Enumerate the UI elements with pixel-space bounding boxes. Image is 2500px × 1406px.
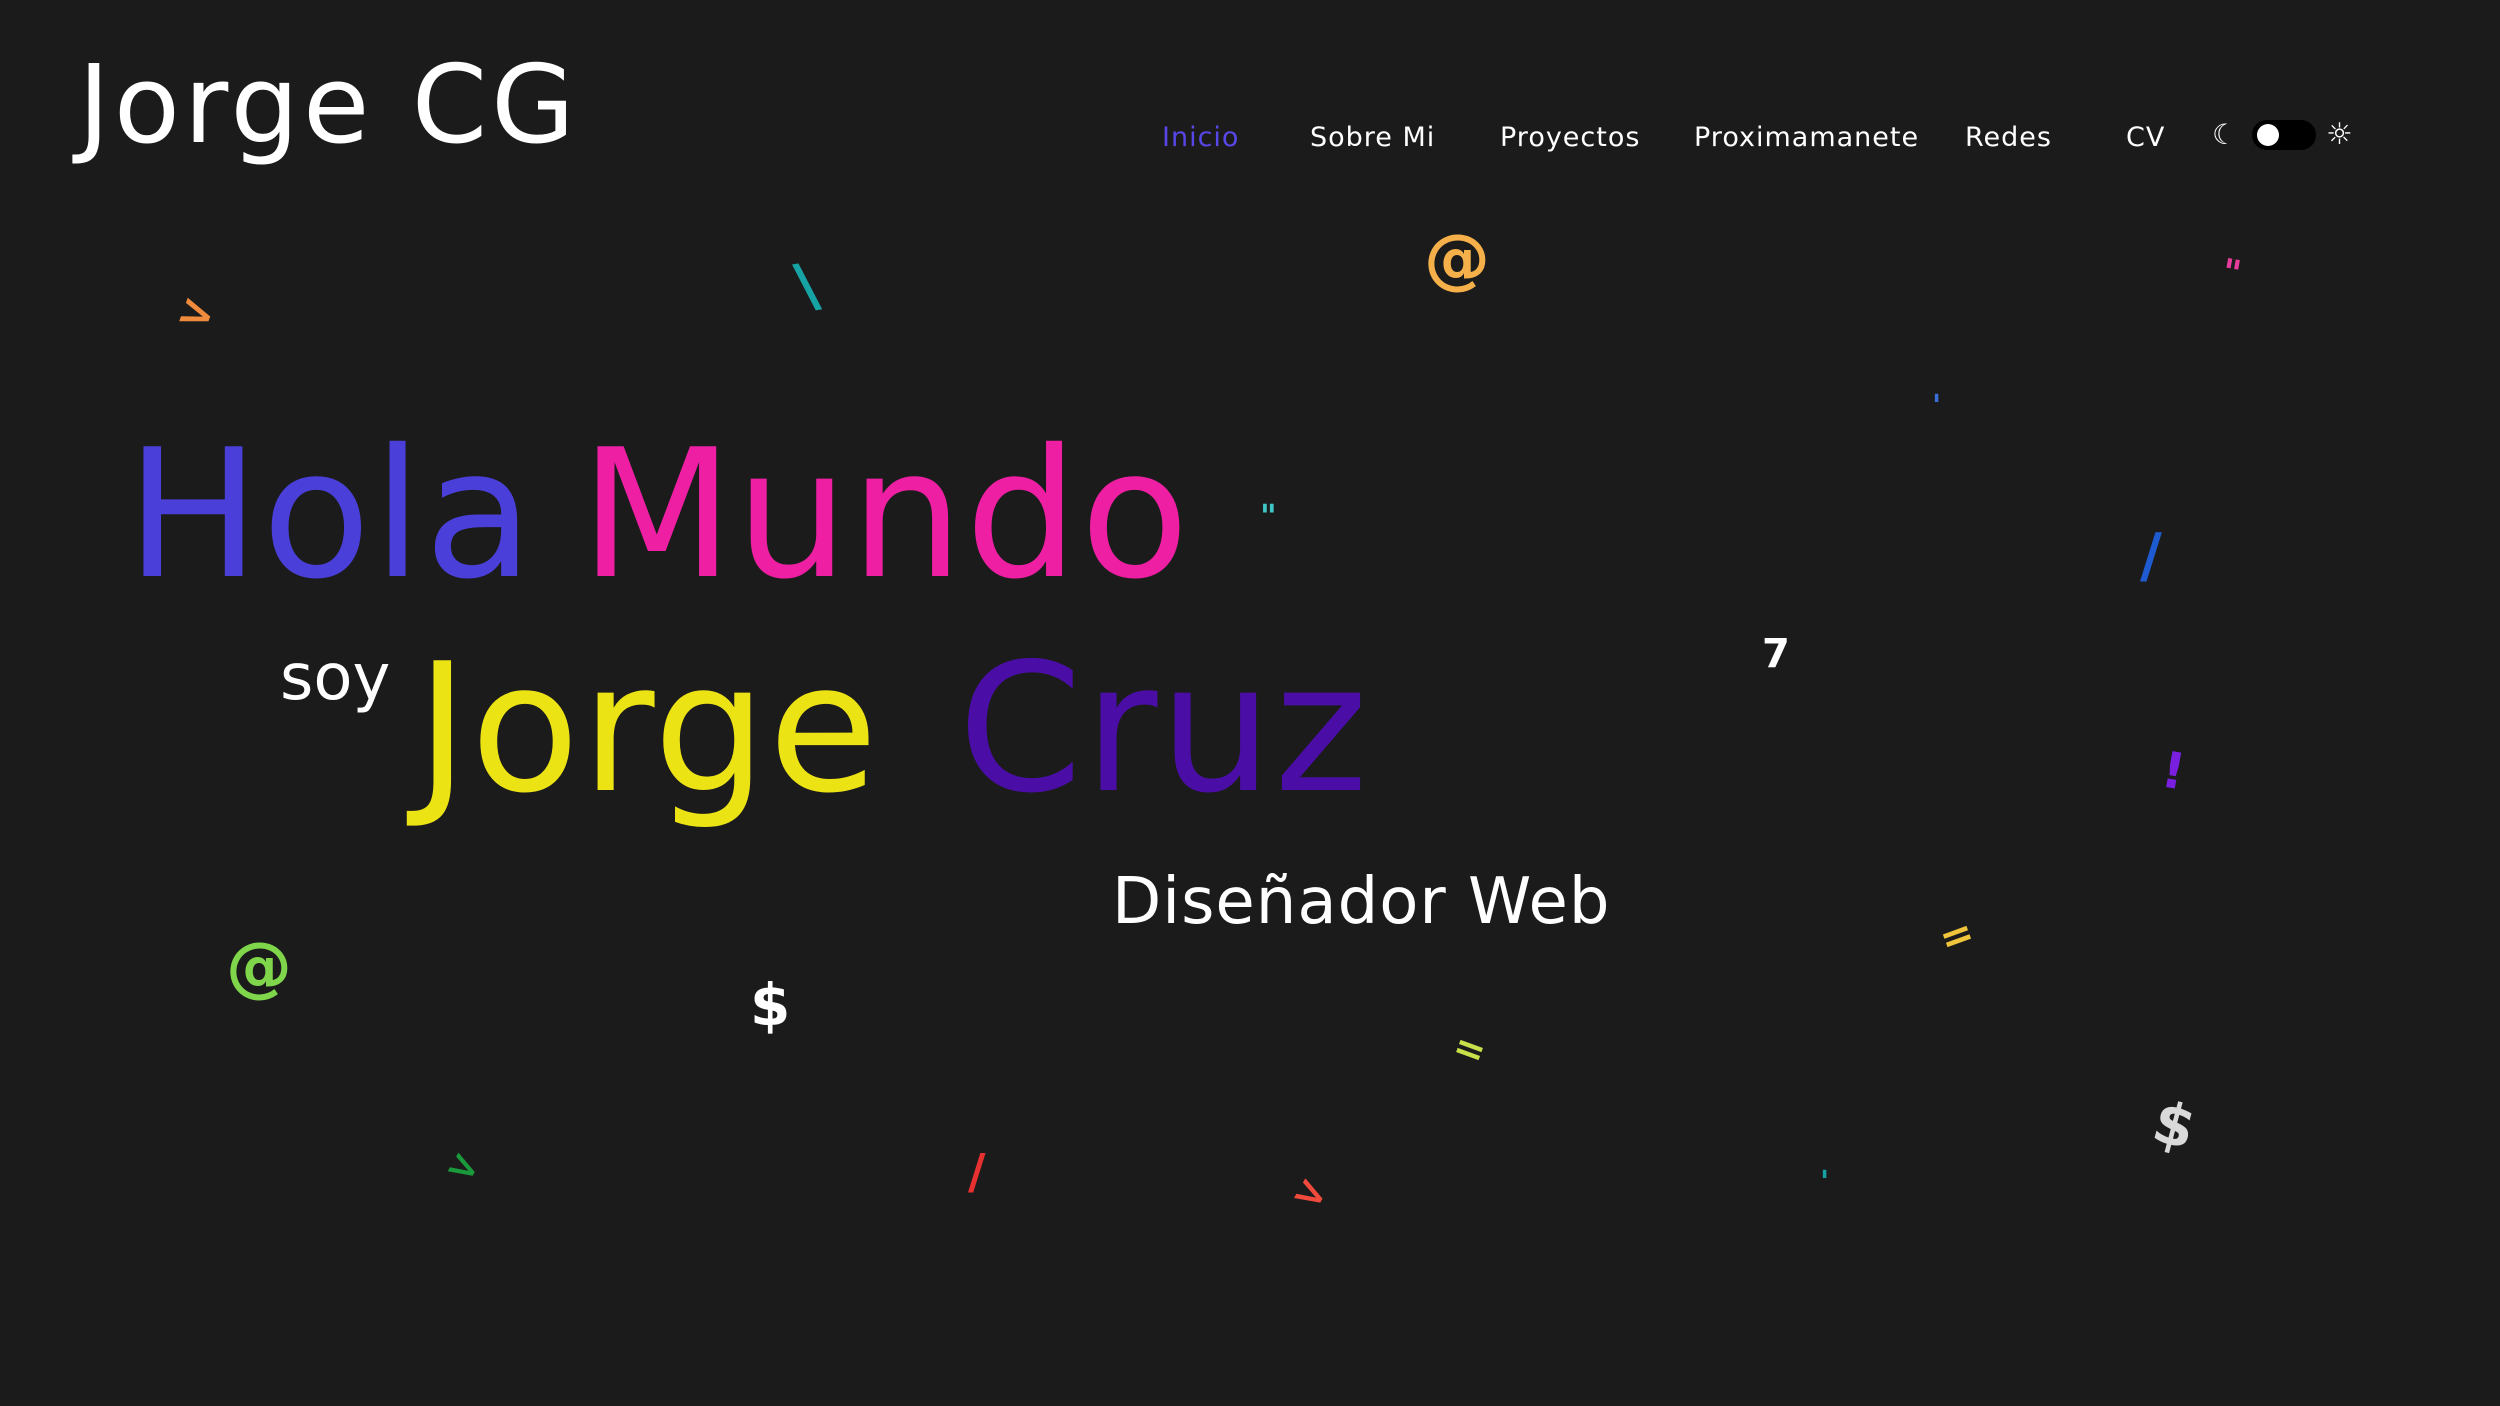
floating-symbol: / [968, 1144, 986, 1200]
floating-symbol: " [1260, 497, 1277, 535]
hero: Hola Mundo soy Jorge Cruz Diseñador Web [0, 0, 2500, 1406]
page: Jorge CG Inicio Sobre Mi Proyectos Proxi… [0, 0, 2500, 1406]
floating-symbol: @ [1424, 220, 1490, 297]
hero-greeting-mundo: Mundo [580, 411, 1192, 618]
hero-intro: soy [280, 641, 391, 715]
floating-symbol: ' [1820, 1165, 1830, 1200]
floating-symbol: @ [226, 928, 292, 1005]
hero-greeting-hola: Hola [126, 411, 536, 618]
floating-symbol: $ [750, 971, 791, 1039]
hero-role: Diseñador Web [1112, 865, 1611, 939]
floating-symbol: 7 [1762, 631, 1790, 677]
floating-symbol: / [2140, 521, 2162, 591]
floating-symbol: ' [1932, 389, 1942, 424]
hero-last-name: Cruz [958, 625, 1370, 832]
hero-first-name: Jorge [416, 625, 880, 832]
